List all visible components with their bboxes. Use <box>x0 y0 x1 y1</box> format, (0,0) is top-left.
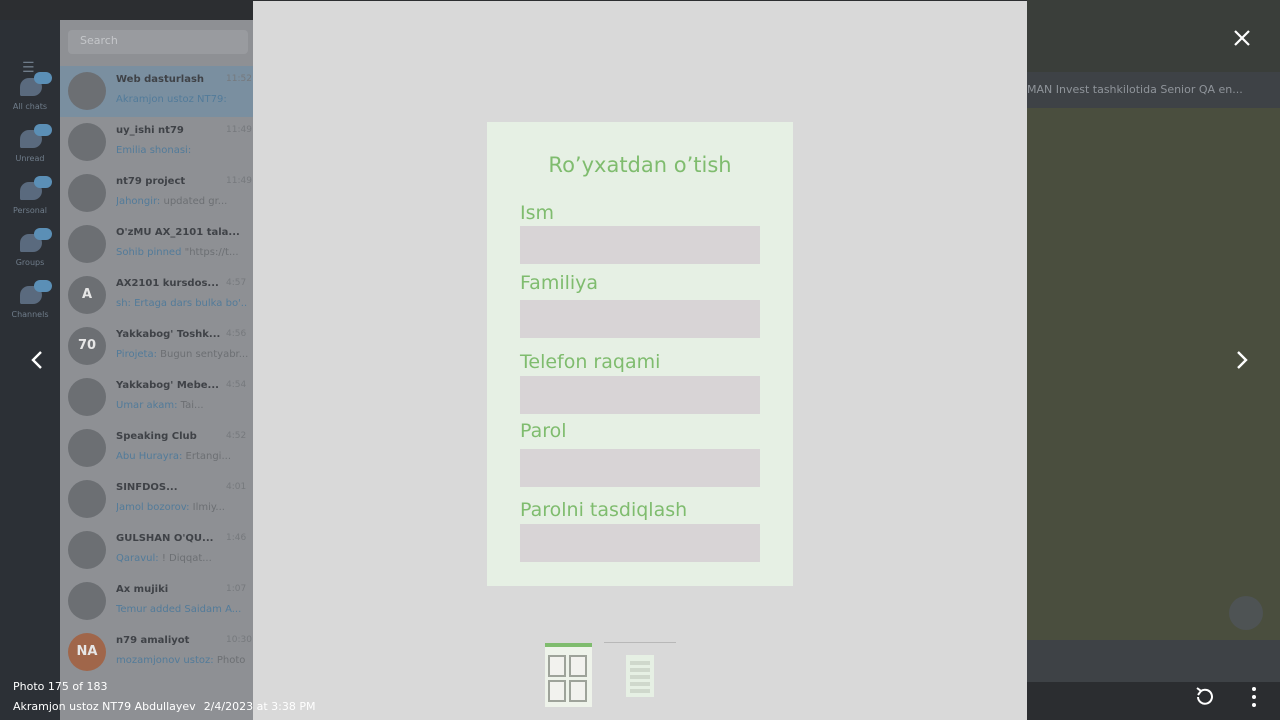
form-label-telefon: Telefon raqami <box>520 351 661 373</box>
form-field-telefon <box>520 376 760 414</box>
photo-counter: Photo 175 of 183 <box>13 680 108 693</box>
photo-timestamp[interactable]: 2/4/2023 at 3:38 PM <box>204 700 316 713</box>
next-photo-button[interactable] <box>1227 340 1257 380</box>
form-label-parol-tasdiqlash: Parolni tasdiqlash <box>520 499 688 521</box>
sender-name[interactable]: Akramjon ustoz NT79 Abdullayev <box>13 700 196 713</box>
form-label-parol: Parol <box>520 420 567 442</box>
close-viewer-button[interactable] <box>1228 24 1256 52</box>
form-field-parol-tasdiqlash <box>520 524 760 562</box>
more-vertical-icon <box>1252 687 1256 691</box>
form-field-parol <box>520 449 760 487</box>
thumbnail-grid-photo[interactable] <box>545 643 592 707</box>
photo-registration-form: Ro’yxatdan o’tish Ism Familiya Telefon r… <box>487 122 793 586</box>
chevron-left-icon <box>31 351 42 369</box>
close-icon <box>1234 30 1250 46</box>
form-preview <box>626 655 654 697</box>
thumbnail-current-photo[interactable] <box>604 642 676 704</box>
rotate-icon <box>1196 687 1213 705</box>
grid-preview <box>548 655 589 705</box>
previous-photo-button[interactable] <box>22 340 52 380</box>
form-title: Ro’yxatdan o’tish <box>548 153 732 177</box>
form-field-familiya <box>520 300 760 338</box>
rotate-button[interactable] <box>1192 684 1218 710</box>
form-label-ism: Ism <box>520 202 555 224</box>
form-field-ism <box>520 226 760 264</box>
more-options-button[interactable] <box>1246 684 1262 710</box>
photo-meta: Akramjon ustoz NT79 Abdullayev 2/4/2023 a… <box>13 700 315 713</box>
form-label-familiya: Familiya <box>520 272 599 294</box>
thumbnail-strip <box>540 640 690 710</box>
chevron-right-icon <box>1237 351 1248 369</box>
